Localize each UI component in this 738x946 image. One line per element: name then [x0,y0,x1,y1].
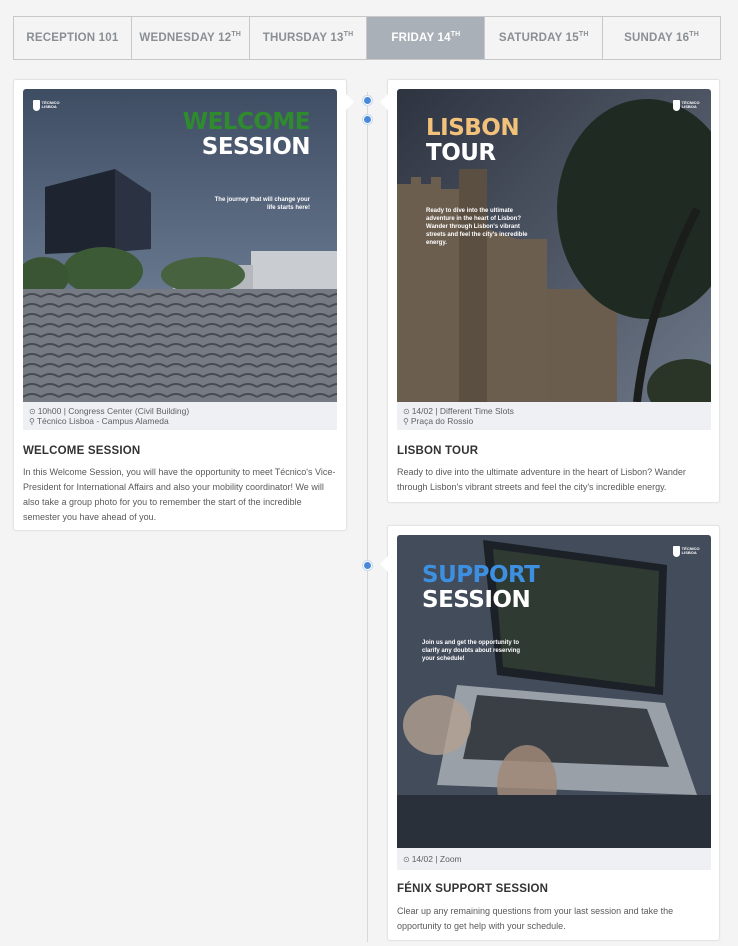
tab-ordinal: TH [578,30,589,38]
tecnico-logo: TÉCNICO LISBOA [673,544,707,558]
timeline-dot [363,115,372,124]
event-date-slots: 14/02 | Different Time Slots [411,406,514,416]
event-card-support-session[interactable]: TÉCNICO LISBOA SUPPORT SESSION Join us a… [380,525,720,941]
poster-subtitle: The journey that will change your life s… [214,197,310,211]
event-description: Ready to dive into the ultimate adventur… [397,467,686,492]
event-poster: TÉCNICO LISBOA LISBON TOUR Ready to dive… [397,89,711,402]
tab-label: SATURDAY 15 [498,32,579,44]
event-poster: TÉCNICO LISBOA WELCOME SESSION The journ… [23,89,337,402]
clock-icon: ⊙ [403,407,410,416]
poster-title-line1: LISBON [426,115,520,141]
event-description: In this Welcome Session, you will have t… [23,467,336,522]
event-description: Clear up any remaining questions from yo… [397,906,674,931]
tab-label: FRIDAY 14 [391,32,451,44]
poster-title-line2: SESSION [201,134,311,160]
tab-sunday[interactable]: SUNDAY 16 TH [603,17,720,59]
tab-ordinal: TH [343,30,354,38]
event-meta: ⊙ 10h00 | Congress Center (Civil Building… [23,402,337,430]
day-tabs: RECEPTION 101 WEDNESDAY 12 TH THURSDAY 13… [13,16,721,60]
poster-title-line1: WELCOME [182,109,311,135]
tab-label: WEDNESDAY 12 [139,32,232,44]
tab-ordinal: TH [689,30,699,38]
clock-icon: ⊙ [403,855,410,864]
event-title: FÉNIX SUPPORT SESSION [397,883,549,895]
event-card-welcome[interactable]: TÉCNICO LISBOA WELCOME SESSION The journ… [13,79,354,531]
tecnico-logo: TÉCNICO LISBOA [33,98,67,112]
tab-reception-101[interactable]: RECEPTION 101 [14,17,132,59]
tab-label: THURSDAY 13 [262,32,344,44]
tab-ordinal: TH [450,30,461,38]
timeline-dot [363,96,372,105]
clock-icon: ⊙ [29,407,36,416]
card-pointer [380,94,388,110]
card-pointer [380,556,388,572]
tecnico-logo: TÉCNICO LISBOA [673,98,707,112]
event-title: WELCOME SESSION [23,445,141,457]
event-meta: ⊙ 14/02 | Zoom [397,848,711,870]
poster-title-line2: SESSION [422,587,531,613]
poster-subtitle: Ready to dive into the ultimate adventur… [426,208,528,246]
tab-friday[interactable]: FRIDAY 14 TH [367,17,486,59]
timeline-line [367,92,368,942]
event-date-platform: 14/02 | Zoom [411,854,462,864]
event-address: Técnico Lisboa - Campus Alameda [36,415,169,426]
timeline-dot [363,561,372,570]
poster-title-line1: SUPPORT [422,562,540,588]
event-time-location: 10h00 | Congress Center (Civil Building) [37,406,190,416]
event-poster: TÉCNICO LISBOA SUPPORT SESSION Join us a… [397,535,711,848]
event-address: Praça do Rossio [410,415,474,426]
poster-subtitle: Join us and get the opportunity to clari… [422,640,521,662]
tab-wednesday[interactable]: WEDNESDAY 12 TH [132,17,250,59]
tab-label: SUNDAY 16 [624,32,690,44]
event-title: LISBON TOUR [397,445,479,457]
event-meta: ⊙ 14/02 | Different Time Slots ⚲ Praça do … [397,402,711,430]
card-pointer [346,94,354,110]
event-card-lisbon-tour[interactable]: TÉCNICO LISBOA LISBON TOUR Ready to dive… [380,79,720,503]
tab-thursday[interactable]: THURSDAY 13 TH [250,17,368,59]
tab-label: RECEPTION 101 [26,32,119,44]
location-pin-icon: ⚲ [29,416,35,426]
tab-saturday[interactable]: SATURDAY 15 TH [485,17,604,59]
location-pin-icon: ⚲ [403,416,409,426]
tab-ordinal: TH [231,30,242,38]
poster-title-line2: TOUR [426,140,496,166]
